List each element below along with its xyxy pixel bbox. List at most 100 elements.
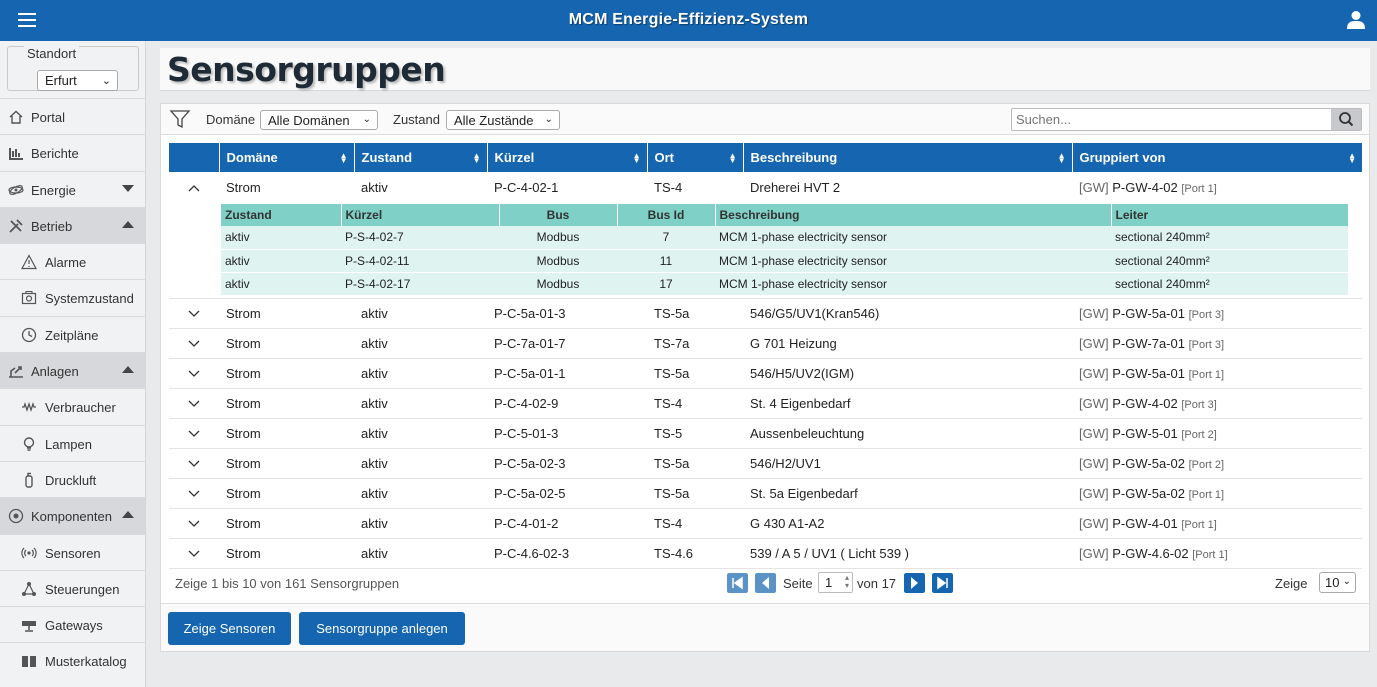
sidebar-item-betrieb[interactable]: Betrieb: [0, 206, 145, 244]
last-page-icon[interactable]: [932, 573, 953, 593]
show-sensors-button[interactable]: Zeige Sensoren: [168, 612, 291, 645]
gateway-link[interactable]: P-GW-5a-02: [1112, 456, 1185, 471]
cell-description: 546/H2/UV1: [743, 448, 1072, 479]
cell-code: P-C-5-01-3: [487, 418, 647, 449]
page-size-value: 10: [1325, 575, 1340, 590]
gateway-tag: [GW]: [1079, 545, 1109, 561]
cell-domain: Strom: [219, 478, 354, 509]
gateway-link[interactable]: P-GW-7a-01: [1112, 336, 1185, 351]
expand-row-button[interactable]: [169, 538, 219, 569]
column-header-gruppiert-von[interactable]: Gruppiert von ▲ ▼: [1072, 143, 1362, 172]
state-filter-select[interactable]: Alle Zustände ⌄: [446, 110, 560, 130]
port-tag: [Port 3]: [1188, 308, 1225, 321]
column-header-zustand[interactable]: Zustand ▲ ▼: [354, 143, 488, 172]
lamp-icon: [23, 436, 35, 451]
sidebar-item-energie[interactable]: Energie: [0, 170, 145, 207]
sidebar-item-steuerungen[interactable]: Steuerungen: [0, 569, 145, 606]
sensorgruppen-panel: Domäne Alle Domänen ⌄ Zustand Alle Zustä…: [160, 103, 1370, 652]
sidebar-item-druckluft[interactable]: Druckluft: [0, 460, 145, 497]
gateway-icon: [22, 621, 36, 632]
sidebar-item-anlagen[interactable]: Anlagen: [0, 352, 145, 389]
subtable-row[interactable]: aktiv P-S-4-02-17 Modbus 17 MCM 1-phase …: [221, 272, 1348, 296]
sub-cell-busid: 11: [617, 249, 715, 273]
subtable-header: Beschreibung: [715, 204, 1112, 226]
table-row[interactable]: Strom aktiv P-C-4.6-02-3 TS-4.6 539 / A 5 / …: [169, 538, 1362, 569]
sidebar-item-verbraucher[interactable]: Verbraucher: [0, 388, 145, 424]
sidebar-item-musterkatalog[interactable]: Musterkatalog: [0, 642, 145, 678]
sidebar-item-komponenten[interactable]: Komponenten: [0, 497, 145, 534]
sub-cell-state: aktiv: [221, 249, 341, 273]
expand-row-button[interactable]: [169, 418, 219, 449]
expand-row-button[interactable]: [169, 328, 219, 359]
expanded-detail-row: Zustand Kürzel Bus Bus Id Beschreibung L…: [169, 202, 1362, 299]
column-header-domaene[interactable]: Domäne ▲ ▼: [219, 143, 355, 172]
column-header-kuerzel[interactable]: Kürzel ▲ ▼: [487, 143, 648, 172]
expand-row-button[interactable]: [169, 298, 219, 329]
expand-row-button[interactable]: [169, 448, 219, 479]
column-header-beschreibung[interactable]: Beschreibung ▲ ▼: [743, 143, 1073, 172]
gateway-link[interactable]: P-GW-5a-02: [1112, 486, 1185, 501]
table-row[interactable]: Strom aktiv P-C-5a-02-3 TS-5a 546/H2/UV1 [GW]…: [169, 448, 1362, 479]
gateway-link[interactable]: P-GW-4.6-02: [1112, 546, 1188, 561]
subtable-row[interactable]: aktiv P-S-4-02-7 Modbus 7 MCM 1-phase el…: [221, 226, 1348, 250]
page-number-input[interactable]: 1 ▴ ▾: [818, 572, 853, 593]
home-icon: [9, 110, 23, 124]
standort-select[interactable]: Erfurt ⌄: [37, 70, 118, 91]
sidebar-nav: Portal Berichte Energie Betrieb Alarme S…: [0, 98, 145, 679]
page-size-select[interactable]: 10 ⌄: [1319, 572, 1356, 593]
column-header-label: Beschreibung: [750, 150, 838, 165]
subtable-header: Leiter: [1111, 204, 1348, 226]
table-row[interactable]: Strom aktiv P-C-5a-02-5 TS-5a St. 5a Eigenbe…: [169, 478, 1362, 509]
user-icon[interactable]: [1347, 10, 1365, 30]
table-row[interactable]: Strom aktiv P-C-4-02-9 TS-4 St. 4 Eigenbedar…: [169, 388, 1362, 419]
sidebar-item-systemzustand[interactable]: Systemzustand: [0, 279, 145, 315]
sidebar-item-zeitplaene[interactable]: Zeitpläne: [0, 315, 145, 352]
gateway-tag: [GW]: [1079, 515, 1109, 531]
domain-filter-select[interactable]: Alle Domänen ⌄: [260, 110, 378, 130]
sidebar-item-gateways[interactable]: Gateways: [0, 606, 145, 642]
cell-code: P-C-5a-01-3: [487, 298, 647, 329]
table-row[interactable]: Strom aktiv P-C-5a-01-1 TS-5a 546/H5/UV2(IGM…: [169, 358, 1362, 389]
table-row[interactable]: Strom aktiv P-C-7a-01-7 TS-7a G 701 Heizung[…: [169, 328, 1362, 359]
gateway-link[interactable]: P-GW-5a-01: [1112, 306, 1185, 321]
cell-description: G 701 Heizung: [743, 328, 1072, 359]
sidebar-item-portal[interactable]: Portal: [0, 98, 145, 134]
expand-row-button[interactable]: [169, 388, 219, 419]
cell-grouped-by: [GW] P-GW-7a-01 [Port 3]: [1072, 328, 1362, 359]
create-sensorgroup-button[interactable]: Sensorgruppe anlegen: [299, 612, 465, 645]
expand-row-button[interactable]: [169, 508, 219, 539]
expand-row-button[interactable]: [169, 478, 219, 509]
gateway-link[interactable]: P-GW-4-01: [1112, 516, 1178, 531]
first-page-icon[interactable]: [727, 573, 748, 593]
chevron-down-icon: ⌄: [362, 114, 371, 125]
chevron-down-icon: [188, 400, 200, 407]
cell-ort: TS-5: [647, 418, 743, 449]
search-input[interactable]: [1016, 112, 1326, 127]
column-header-ort[interactable]: Ort ▲ ▼: [647, 143, 744, 172]
previous-page-icon[interactable]: [755, 573, 776, 593]
subtable-row[interactable]: aktiv P-S-4-02-11 Modbus 11 MCM 1-phase …: [221, 249, 1348, 273]
gateway-link[interactable]: P-GW-5-01: [1112, 426, 1178, 441]
search-button[interactable]: [1331, 109, 1361, 130]
gateway-link[interactable]: P-GW-4-02: [1112, 396, 1178, 411]
sub-cell-busid: 17: [617, 272, 715, 296]
cell-grouped-by: [GW] P-GW-4-02 [Port 3]: [1072, 388, 1362, 419]
table-row[interactable]: Strom aktiv P-C-4-01-2 TS-4 G 430 A1-A2 [GW] …: [169, 508, 1362, 539]
sub-cell-leiter: sectional 240mm²: [1111, 226, 1348, 250]
collapse-row-button[interactable]: [169, 172, 219, 202]
gateway-link[interactable]: P-GW-5a-01: [1112, 366, 1185, 381]
expand-row-button[interactable]: [169, 358, 219, 389]
next-page-icon[interactable]: [904, 573, 925, 593]
gateway-tag: [GW]: [1079, 395, 1109, 411]
table-row[interactable]: Strom aktiv P-C-5a-01-3 TS-5a 546/G5/UV1(Kra…: [169, 298, 1362, 329]
sidebar-item-label: Druckluft: [45, 472, 97, 488]
pagination-info: Zeige 1 bis 10 von 161 Sensorgruppen: [175, 576, 400, 591]
sidebar-item-lampen[interactable]: Lampen: [0, 424, 145, 461]
filter-icon[interactable]: [169, 108, 191, 130]
sidebar-item-berichte[interactable]: Berichte: [0, 134, 145, 170]
gateway-link[interactable]: P-GW-4-02: [1112, 180, 1178, 195]
sidebar-item-sensoren[interactable]: Sensoren: [0, 533, 145, 570]
table-row[interactable]: Strom aktiv P-C-4-02-1 TS-4 Dreherei HVT…: [169, 172, 1362, 202]
sidebar-item-alarme[interactable]: Alarme: [0, 243, 145, 279]
table-row[interactable]: Strom aktiv P-C-5-01-3 TS-5 Aussenbeleuchtun…: [169, 418, 1362, 449]
